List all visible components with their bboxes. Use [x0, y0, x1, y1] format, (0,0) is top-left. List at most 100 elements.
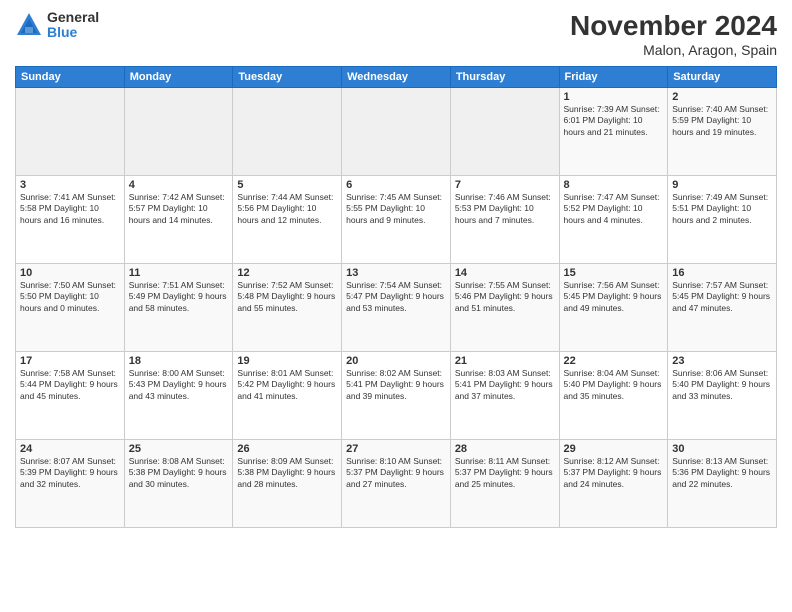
day-number: 8: [564, 179, 664, 191]
day-number: 14: [455, 267, 555, 279]
calendar: SundayMondayTuesdayWednesdayThursdayFrid…: [15, 66, 777, 528]
day-info: Sunrise: 7:40 AM Sunset: 5:59 PM Dayligh…: [672, 104, 772, 138]
calendar-cell: 12Sunrise: 7:52 AM Sunset: 5:48 PM Dayli…: [233, 264, 342, 352]
day-info: Sunrise: 7:41 AM Sunset: 5:58 PM Dayligh…: [20, 192, 120, 226]
day-number: 29: [564, 443, 664, 455]
calendar-cell: 11Sunrise: 7:51 AM Sunset: 5:49 PM Dayli…: [124, 264, 233, 352]
calendar-cell: 10Sunrise: 7:50 AM Sunset: 5:50 PM Dayli…: [16, 264, 125, 352]
weekday-header-tuesday: Tuesday: [233, 67, 342, 88]
logo-blue-text: Blue: [47, 25, 99, 40]
day-number: 24: [20, 443, 120, 455]
day-number: 1: [564, 91, 664, 103]
calendar-cell: 7Sunrise: 7:46 AM Sunset: 5:53 PM Daylig…: [450, 176, 559, 264]
day-number: 7: [455, 179, 555, 191]
day-number: 6: [346, 179, 446, 191]
page: General Blue November 2024 Malon, Aragon…: [0, 0, 792, 612]
calendar-cell: 4Sunrise: 7:42 AM Sunset: 5:57 PM Daylig…: [124, 176, 233, 264]
calendar-cell: 28Sunrise: 8:11 AM Sunset: 5:37 PM Dayli…: [450, 440, 559, 528]
page-subtitle: Malon, Aragon, Spain: [570, 42, 777, 58]
day-info: Sunrise: 7:51 AM Sunset: 5:49 PM Dayligh…: [129, 280, 229, 314]
day-info: Sunrise: 7:45 AM Sunset: 5:55 PM Dayligh…: [346, 192, 446, 226]
day-number: 26: [237, 443, 337, 455]
page-title: November 2024: [570, 10, 777, 42]
day-number: 4: [129, 179, 229, 191]
calendar-cell: 9Sunrise: 7:49 AM Sunset: 5:51 PM Daylig…: [668, 176, 777, 264]
day-info: Sunrise: 8:06 AM Sunset: 5:40 PM Dayligh…: [672, 368, 772, 402]
day-info: Sunrise: 8:10 AM Sunset: 5:37 PM Dayligh…: [346, 456, 446, 490]
day-info: Sunrise: 8:12 AM Sunset: 5:37 PM Dayligh…: [564, 456, 664, 490]
calendar-cell: 23Sunrise: 8:06 AM Sunset: 5:40 PM Dayli…: [668, 352, 777, 440]
calendar-week-2: 3Sunrise: 7:41 AM Sunset: 5:58 PM Daylig…: [16, 176, 777, 264]
day-info: Sunrise: 8:01 AM Sunset: 5:42 PM Dayligh…: [237, 368, 337, 402]
calendar-cell: 15Sunrise: 7:56 AM Sunset: 5:45 PM Dayli…: [559, 264, 668, 352]
day-info: Sunrise: 8:00 AM Sunset: 5:43 PM Dayligh…: [129, 368, 229, 402]
day-info: Sunrise: 7:49 AM Sunset: 5:51 PM Dayligh…: [672, 192, 772, 226]
calendar-cell: 2Sunrise: 7:40 AM Sunset: 5:59 PM Daylig…: [668, 88, 777, 176]
weekday-header-wednesday: Wednesday: [342, 67, 451, 88]
calendar-cell: 13Sunrise: 7:54 AM Sunset: 5:47 PM Dayli…: [342, 264, 451, 352]
day-number: 19: [237, 355, 337, 367]
calendar-cell: 17Sunrise: 7:58 AM Sunset: 5:44 PM Dayli…: [16, 352, 125, 440]
weekday-header-saturday: Saturday: [668, 67, 777, 88]
day-info: Sunrise: 7:42 AM Sunset: 5:57 PM Dayligh…: [129, 192, 229, 226]
calendar-cell: 24Sunrise: 8:07 AM Sunset: 5:39 PM Dayli…: [16, 440, 125, 528]
day-info: Sunrise: 7:44 AM Sunset: 5:56 PM Dayligh…: [237, 192, 337, 226]
day-number: 11: [129, 267, 229, 279]
logo: General Blue: [15, 10, 99, 41]
calendar-cell: 30Sunrise: 8:13 AM Sunset: 5:36 PM Dayli…: [668, 440, 777, 528]
day-number: 9: [672, 179, 772, 191]
calendar-cell: 3Sunrise: 7:41 AM Sunset: 5:58 PM Daylig…: [16, 176, 125, 264]
calendar-header: SundayMondayTuesdayWednesdayThursdayFrid…: [16, 67, 777, 88]
calendar-week-5: 24Sunrise: 8:07 AM Sunset: 5:39 PM Dayli…: [16, 440, 777, 528]
weekday-header-monday: Monday: [124, 67, 233, 88]
day-number: 22: [564, 355, 664, 367]
day-info: Sunrise: 8:03 AM Sunset: 5:41 PM Dayligh…: [455, 368, 555, 402]
day-number: 21: [455, 355, 555, 367]
day-number: 23: [672, 355, 772, 367]
calendar-cell: [16, 88, 125, 176]
day-number: 16: [672, 267, 772, 279]
title-block: November 2024 Malon, Aragon, Spain: [570, 10, 777, 58]
calendar-week-3: 10Sunrise: 7:50 AM Sunset: 5:50 PM Dayli…: [16, 264, 777, 352]
day-info: Sunrise: 7:50 AM Sunset: 5:50 PM Dayligh…: [20, 280, 120, 314]
day-info: Sunrise: 7:58 AM Sunset: 5:44 PM Dayligh…: [20, 368, 120, 402]
calendar-cell: 16Sunrise: 7:57 AM Sunset: 5:45 PM Dayli…: [668, 264, 777, 352]
day-info: Sunrise: 7:47 AM Sunset: 5:52 PM Dayligh…: [564, 192, 664, 226]
calendar-week-1: 1Sunrise: 7:39 AM Sunset: 6:01 PM Daylig…: [16, 88, 777, 176]
calendar-cell: [342, 88, 451, 176]
day-info: Sunrise: 8:11 AM Sunset: 5:37 PM Dayligh…: [455, 456, 555, 490]
day-number: 18: [129, 355, 229, 367]
day-number: 30: [672, 443, 772, 455]
weekday-header-row: SundayMondayTuesdayWednesdayThursdayFrid…: [16, 67, 777, 88]
day-info: Sunrise: 8:09 AM Sunset: 5:38 PM Dayligh…: [237, 456, 337, 490]
day-number: 25: [129, 443, 229, 455]
header: General Blue November 2024 Malon, Aragon…: [15, 10, 777, 58]
day-number: 12: [237, 267, 337, 279]
day-info: Sunrise: 7:55 AM Sunset: 5:46 PM Dayligh…: [455, 280, 555, 314]
calendar-cell: 8Sunrise: 7:47 AM Sunset: 5:52 PM Daylig…: [559, 176, 668, 264]
calendar-cell: 26Sunrise: 8:09 AM Sunset: 5:38 PM Dayli…: [233, 440, 342, 528]
day-number: 5: [237, 179, 337, 191]
day-info: Sunrise: 7:46 AM Sunset: 5:53 PM Dayligh…: [455, 192, 555, 226]
day-number: 27: [346, 443, 446, 455]
logo-general-text: General: [47, 10, 99, 25]
day-info: Sunrise: 7:52 AM Sunset: 5:48 PM Dayligh…: [237, 280, 337, 314]
calendar-cell: 18Sunrise: 8:00 AM Sunset: 5:43 PM Dayli…: [124, 352, 233, 440]
calendar-body: 1Sunrise: 7:39 AM Sunset: 6:01 PM Daylig…: [16, 88, 777, 528]
day-info: Sunrise: 8:04 AM Sunset: 5:40 PM Dayligh…: [564, 368, 664, 402]
calendar-cell: 19Sunrise: 8:01 AM Sunset: 5:42 PM Dayli…: [233, 352, 342, 440]
day-info: Sunrise: 7:54 AM Sunset: 5:47 PM Dayligh…: [346, 280, 446, 314]
calendar-cell: [233, 88, 342, 176]
logo-icon: [15, 11, 43, 39]
day-number: 15: [564, 267, 664, 279]
calendar-cell: 5Sunrise: 7:44 AM Sunset: 5:56 PM Daylig…: [233, 176, 342, 264]
day-info: Sunrise: 7:56 AM Sunset: 5:45 PM Dayligh…: [564, 280, 664, 314]
day-info: Sunrise: 8:02 AM Sunset: 5:41 PM Dayligh…: [346, 368, 446, 402]
calendar-cell: 14Sunrise: 7:55 AM Sunset: 5:46 PM Dayli…: [450, 264, 559, 352]
weekday-header-thursday: Thursday: [450, 67, 559, 88]
day-number: 2: [672, 91, 772, 103]
day-number: 13: [346, 267, 446, 279]
calendar-cell: 22Sunrise: 8:04 AM Sunset: 5:40 PM Dayli…: [559, 352, 668, 440]
calendar-cell: 1Sunrise: 7:39 AM Sunset: 6:01 PM Daylig…: [559, 88, 668, 176]
calendar-cell: 20Sunrise: 8:02 AM Sunset: 5:41 PM Dayli…: [342, 352, 451, 440]
